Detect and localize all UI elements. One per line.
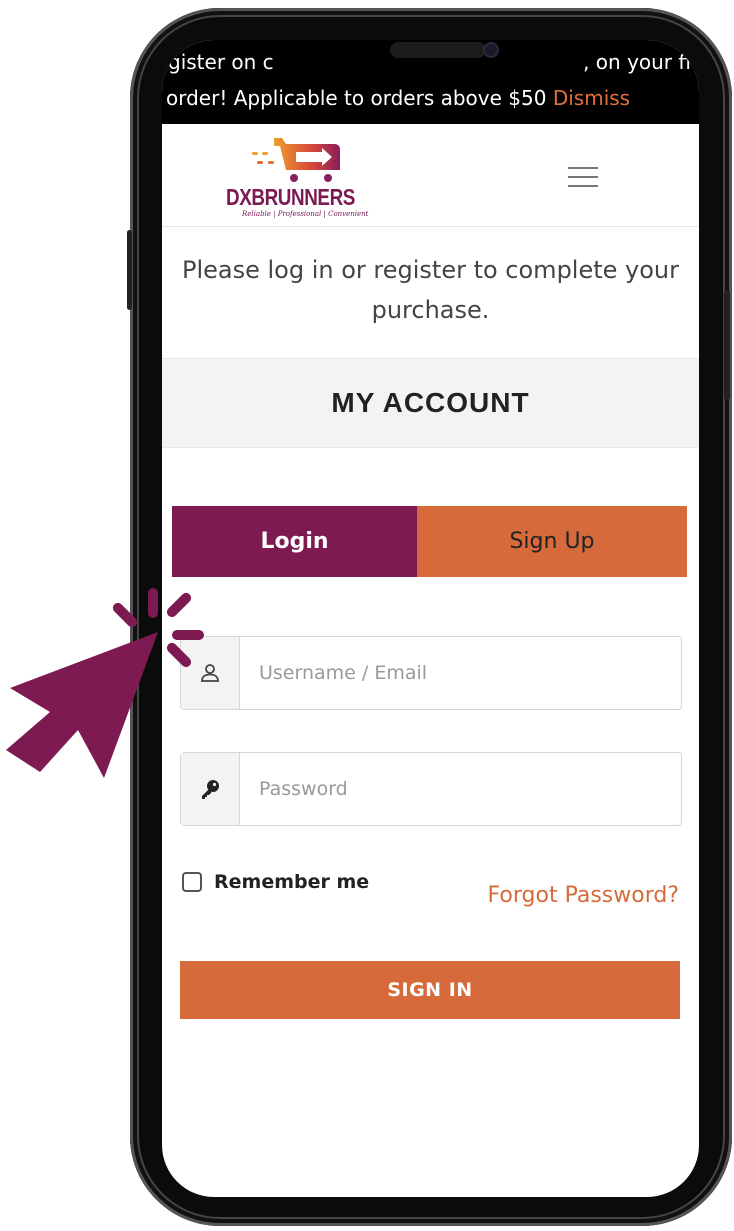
dismiss-link[interactable]: Dismiss [553,86,630,110]
username-input[interactable] [257,637,661,709]
username-field-group [180,636,682,710]
phone-side-button-2 [127,230,132,310]
notice-text-right: , on your fi [583,50,691,74]
notice-bar: gister on c , on your fi order! Applicab… [162,40,699,124]
remember-me-checkbox[interactable] [182,872,202,892]
notice-line-2: order! Applicable to orders above $50 Di… [166,86,630,110]
forgot-password-link[interactable]: Forgot Password? [488,883,679,908]
password-field-group [180,752,682,826]
account-band: MY ACCOUNT [162,358,699,448]
hamburger-menu-icon[interactable] [568,167,598,187]
sign-in-button[interactable]: SIGN IN [180,961,680,1019]
login-prompt-line-2: purchase. [371,296,490,324]
notice-text-left: gister on c [168,50,274,74]
tab-login[interactable]: Login [172,506,417,577]
site-logo[interactable]: DXBRUNNERS Reliable | Professional | Con… [224,130,394,222]
phone-side-button [724,290,730,400]
notice-text: order! Applicable to orders above $50 [166,86,553,110]
tab-sign-up[interactable]: Sign Up [417,506,687,577]
password-input[interactable] [257,753,661,825]
remember-me-label[interactable]: Remember me [214,871,369,893]
phone-screen: gister on c , on your fi order! Applicab… [162,40,699,1197]
remember-me: Remember me [182,871,369,893]
logo-tagline: Reliable | Professional | Convenient [242,210,369,218]
logo-wordmark: DXBRUNNERS [226,184,355,210]
page-title: MY ACCOUNT [331,387,530,418]
click-pointer-icon [6,588,204,778]
login-prompt-line-1: Please log in or register to complete yo… [181,256,679,284]
site-header: DXBRUNNERS Reliable | Professional | Con… [162,124,699,227]
cart-logo-icon [252,138,340,182]
front-camera [483,42,499,58]
login-prompt: Please log in or register to complete yo… [162,250,699,330]
speaker-notch [390,42,486,58]
